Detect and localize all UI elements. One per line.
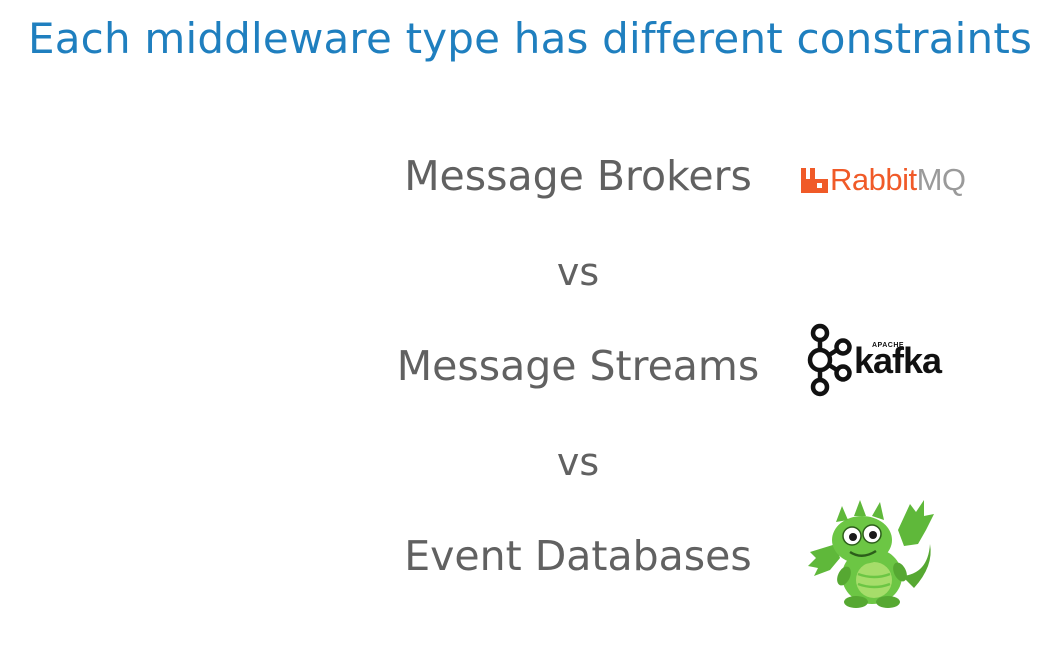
middleware-comparison: Message Brokers Rabbit MQ vs Message Stre… [0,0,1060,646]
rabbitmq-wordmark-secondary: MQ [916,162,966,197]
message-brokers-label: Message Brokers [404,152,752,200]
rabbitmq-wordmark-primary: Rabbit [830,162,917,197]
event-databases-label: Event Databases [404,532,752,580]
vs-separator-2: vs [556,440,600,484]
vs-separator-1: vs [556,250,600,294]
rabbitmq-mark-icon [801,168,828,193]
dragon-mascot-icon [808,500,934,608]
kafka-logo: APACHE kafka [806,322,976,398]
message-streams-label: Message Streams [396,342,760,390]
rabbitmq-logo: Rabbit MQ [800,160,966,200]
kafka-wordmark: kafka [854,340,942,381]
kafka-mark-icon [807,323,852,397]
dragon-mascot-logo [806,496,936,614]
